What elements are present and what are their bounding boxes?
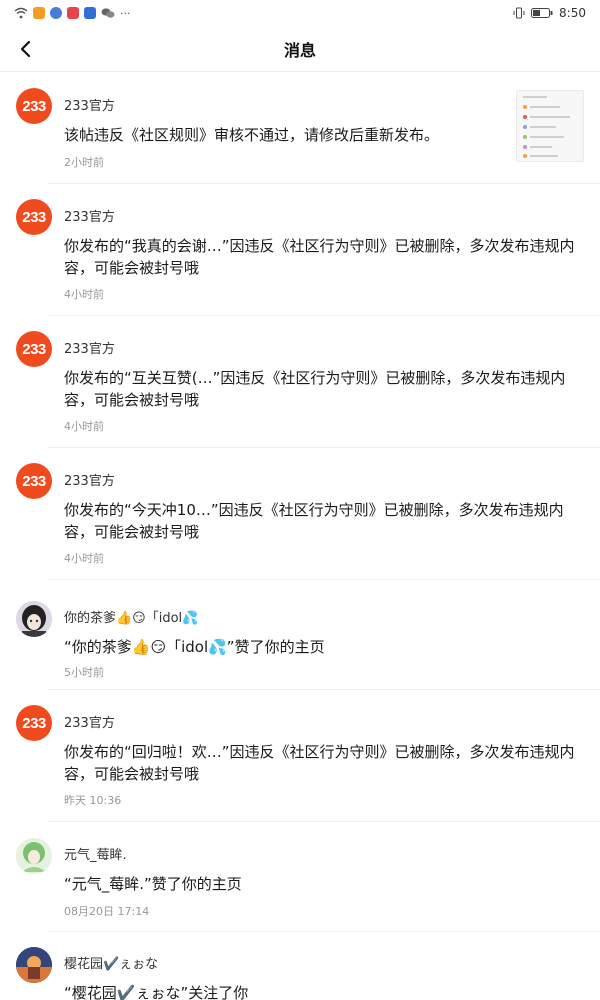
sender-name: 233官方 [64,342,115,357]
message-item[interactable]: 233 233官方 你发布的“回归啦！欢…”因违反《社区行为守则》已被删除，多次… [0,690,600,822]
back-button[interactable] [10,34,40,64]
message-time: 08月20日 17:14 [64,905,150,918]
anime-girl-avatar-image [16,601,52,637]
official-233-avatar: 233 [16,705,52,741]
app-icon-blue [50,7,62,19]
message-time: 昨天 10:36 [64,794,122,807]
page-title: 消息 [283,40,316,60]
sunset-avatar-image [16,947,52,983]
more-notifications-icon: ··· [120,6,131,20]
message-item[interactable]: 樱花园✔️ぇぉな “樱花园✔️ぇぉな”关注了你 [0,932,600,1000]
message-time: 4小时前 [64,288,104,301]
sender-name: 233官方 [64,474,115,489]
vibrate-icon [513,7,525,19]
user-avatar[interactable] [16,838,52,874]
user-avatar[interactable] [16,601,52,637]
message-item[interactable]: 233 233官方 你发布的“今天冲10…”因违反《社区行为守则》已被删除，多次… [0,448,600,580]
clock-time: 8:50 [559,6,586,20]
official-233-avatar: 233 [16,463,52,499]
status-icons-right: 8:50 [513,6,586,20]
message-text: “樱花园✔️ぇぉな”关注了你 [64,984,249,1000]
message-text: “元气_莓眸.”赞了你的主页 [64,875,242,893]
official-233-avatar: 233 [16,199,52,235]
message-text: 你发布的“今天冲10…”因违反《社区行为守则》已被删除，多次发布违规内容，可能会… [64,501,564,541]
app-icon-teal [84,7,96,19]
sender-name: 你的茶爹👍😏「idol💦 [64,611,199,626]
post-thumbnail[interactable] [516,90,584,162]
sender-name: 233官方 [64,210,115,225]
message-item[interactable]: 233 233官方 该帖违反《社区规则》审核不通过，请修改后重新发布。 2小时前 [0,72,600,184]
sender-name: 233官方 [64,716,115,731]
app-icon-orange [33,7,45,19]
message-item[interactable]: 元气_莓眸. “元气_莓眸.”赞了你的主页 08月20日 17:14 [0,822,600,932]
official-233-avatar: 233 [16,88,52,124]
app-icon-red [67,7,79,19]
message-time: 4小时前 [64,552,104,565]
message-item[interactable]: 233 233官方 你发布的“我真的会谢…”因违反《社区行为守则》已被删除，多次… [0,184,600,316]
message-item[interactable]: 你的茶爹👍😏「idol💦 “你的茶爹👍😏「idol💦”赞了你的主页 5小时前 [0,580,600,690]
sender-name: 元气_莓眸. [64,848,127,863]
header-bar: 消息 [0,26,600,72]
sender-name: 樱花园✔️ぇぉな [64,957,159,972]
chevron-left-icon [20,40,31,58]
status-bar: ··· 8:50 [0,0,600,26]
message-text: 你发布的“我真的会谢…”因违反《社区行为守则》已被删除，多次发布违规内容，可能会… [64,237,575,277]
wifi-icon [14,7,28,19]
message-time: 2小时前 [64,156,104,169]
wechat-icon [101,8,115,18]
message-text: 你发布的“回归啦！欢…”因违反《社区行为守则》已被删除，多次发布违规内容，可能会… [64,743,575,783]
status-icons-left: ··· [14,7,131,20]
battery-icon [531,8,553,18]
message-list: 233 233官方 该帖违反《社区规则》审核不通过，请修改后重新发布。 2小时前… [0,72,600,1000]
message-text: 该帖违反《社区规则》审核不通过，请修改后重新发布。 [64,126,440,144]
message-text: 你发布的“互关互赞(…”因违反《社区行为守则》已被删除，多次发布违规内容，可能会… [64,369,566,409]
green-hair-avatar-image [16,838,52,874]
message-time: 4小时前 [64,420,104,433]
message-text: “你的茶爹👍😏「idol💦”赞了你的主页 [64,638,325,656]
message-time: 5小时前 [64,666,104,679]
official-233-avatar: 233 [16,331,52,367]
message-item[interactable]: 233 233官方 你发布的“互关互赞(…”因违反《社区行为守则》已被删除，多次… [0,316,600,448]
sender-name: 233官方 [64,99,115,114]
user-avatar[interactable] [16,947,52,983]
